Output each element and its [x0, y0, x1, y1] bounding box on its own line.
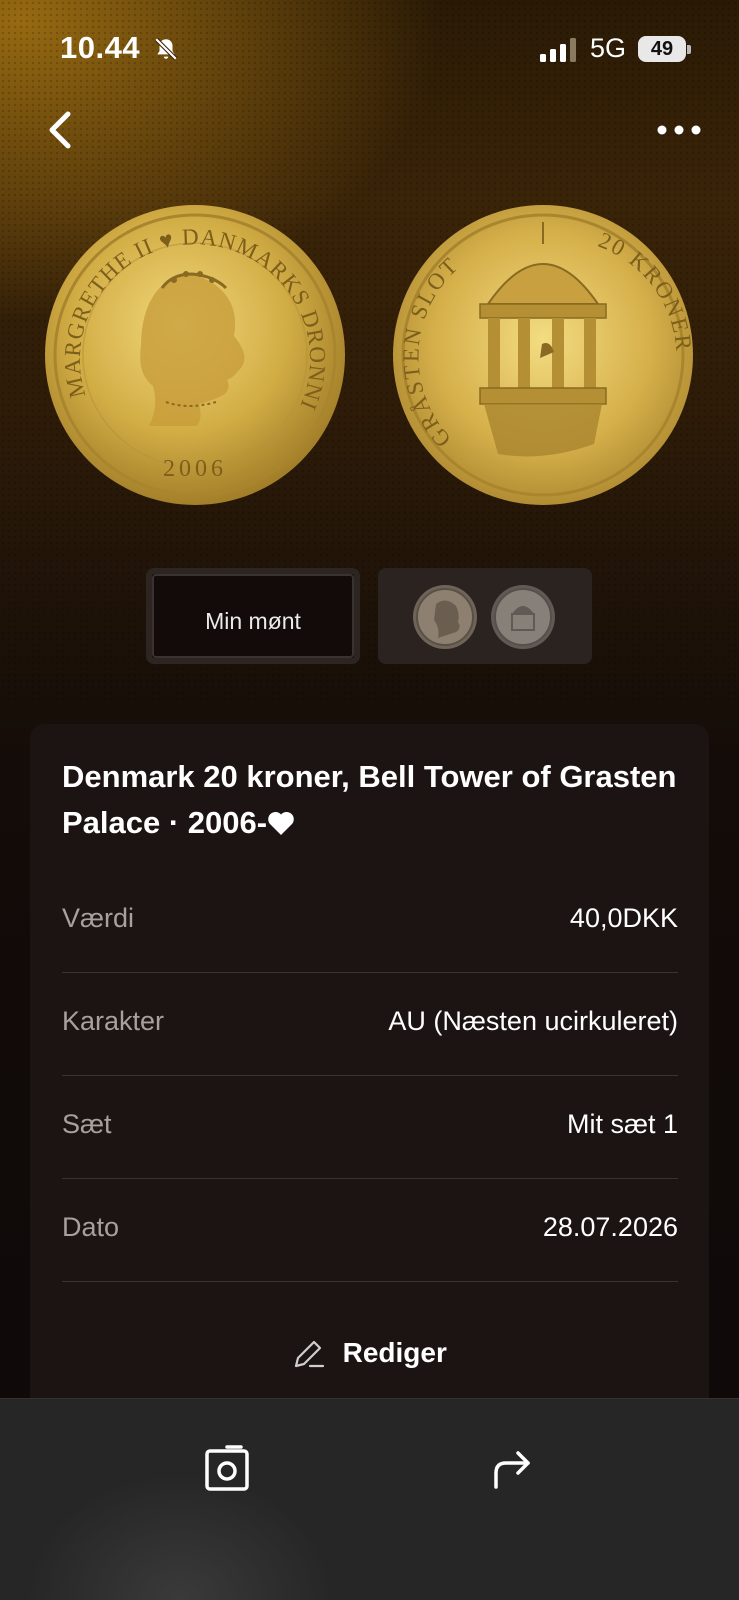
reference-coin-tab[interactable]	[378, 568, 592, 664]
detail-key: Værdi	[62, 903, 135, 933]
edit-button[interactable]: Rediger	[30, 1336, 709, 1386]
battery-level: 49	[638, 36, 686, 62]
status-time: 10.44	[60, 30, 141, 65]
detail-row-value: Værdi 40,0DKK	[62, 870, 678, 973]
detail-row-set: Sæt Mit sæt 1	[62, 1076, 678, 1179]
detail-value: 40,0DKK	[569, 903, 678, 933]
pencil-icon	[295, 1340, 325, 1368]
more-options-button[interactable]	[654, 118, 704, 142]
detail-key: Sæt	[62, 1109, 112, 1139]
coin-title: Denmark 20 kroner, Bell Tower of Grasten…	[62, 754, 682, 846]
coin-details-card: Denmark 20 kroner, Bell Tower of Grasten…	[30, 724, 709, 1414]
reference-obverse-thumb	[413, 585, 477, 649]
detail-key: Dato	[62, 1212, 120, 1242]
detail-value: Mit sæt 1	[566, 1109, 678, 1139]
coin-reverse-image[interactable]: GRÅSTEN SLOT 20 KRONER	[392, 204, 694, 506]
heart-icon[interactable]	[267, 810, 295, 836]
coin-title-text: Denmark 20 kroner, Bell Tower of Grasten…	[62, 759, 677, 840]
my-coin-tab[interactable]: Min mønt	[146, 568, 360, 664]
share-arrow-icon[interactable]	[488, 1443, 536, 1493]
camera-frame-icon[interactable]	[203, 1443, 251, 1493]
reference-reverse-thumb	[491, 585, 555, 649]
edit-label: Rediger	[342, 1337, 447, 1368]
detail-row-date: Dato 28.07.2026	[62, 1179, 678, 1282]
obverse-year: 2006	[163, 456, 227, 482]
detail-value: 28.07.2026	[542, 1212, 678, 1242]
detail-row-grade: Karakter AU (Næsten ucirkuleret)	[62, 973, 678, 1076]
detail-key: Karakter	[62, 1006, 165, 1036]
battery-icon: 49	[638, 36, 691, 62]
detail-value: AU (Næsten ucirkuleret)	[388, 1006, 678, 1036]
bottom-action-bar	[0, 1398, 739, 1600]
bell-slash-icon	[154, 37, 178, 61]
coin-obverse-image[interactable]: MARGRETHE II ♥ DANMARKS DRONNING 2006	[44, 204, 346, 506]
my-coin-label: Min mønt	[205, 608, 301, 634]
back-button[interactable]	[42, 106, 82, 154]
status-bar: 10.44 5G 49	[0, 0, 739, 100]
network-label: 5G	[590, 33, 627, 63]
signal-icon	[540, 38, 576, 62]
